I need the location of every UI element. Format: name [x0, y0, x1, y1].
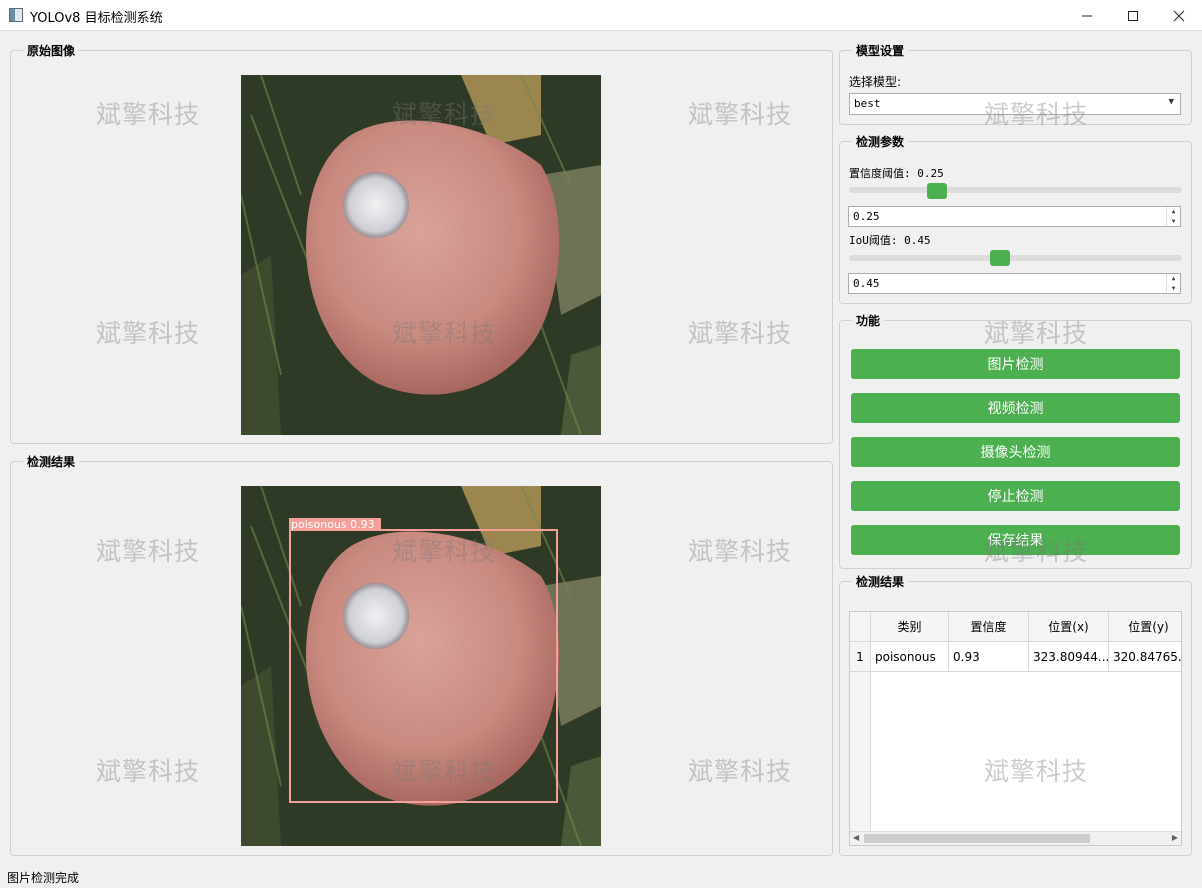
iou-spinbox-value: 0.45 [853, 277, 880, 290]
original-image [241, 75, 601, 435]
conf-slider-track[interactable] [849, 187, 1182, 193]
iou-spinbox[interactable]: 0.45 ▲ ▼ [848, 273, 1181, 294]
scroll-right-icon[interactable]: ▶ [1172, 833, 1178, 842]
functions-title: 功能 [852, 312, 885, 329]
iou-slider-track[interactable] [849, 255, 1182, 261]
column-header-class[interactable]: 类别 [871, 612, 949, 642]
arrow-down-icon[interactable]: ▼ [1172, 285, 1176, 292]
result-image: poisonous 0.93 [241, 486, 601, 846]
scroll-left-icon[interactable]: ◀ [853, 833, 859, 842]
row-header[interactable]: 1 [850, 642, 871, 672]
scrollbar-thumb[interactable] [864, 834, 1090, 843]
column-header-x[interactable]: 位置(x) [1029, 612, 1109, 642]
model-select-value: best [854, 97, 881, 110]
spin-arrows[interactable]: ▲ ▼ [1166, 207, 1180, 226]
spin-arrows[interactable]: ▲ ▼ [1166, 274, 1180, 293]
model-select-label: 选择模型: [849, 75, 902, 89]
column-header-confidence[interactable]: 置信度 [949, 612, 1029, 642]
maximize-icon[interactable] [1110, 0, 1156, 31]
arrow-up-icon[interactable]: ▲ [1172, 275, 1176, 282]
detection-result-title: 检测结果 [23, 453, 80, 470]
results-table-title: 检测结果 [852, 573, 909, 590]
table-cell-confidence[interactable]: 0.93 [949, 642, 1029, 672]
detection-params-title: 检测参数 [852, 133, 909, 150]
results-table[interactable]: 类别 置信度 位置(x) 位置(y) 1 poisonous 0.93 323.… [849, 611, 1182, 846]
conf-slider-handle[interactable] [927, 183, 947, 199]
model-settings-title: 模型设置 [852, 42, 909, 59]
save-result-button[interactable]: 保存结果 [851, 525, 1180, 555]
video-detect-button[interactable]: 视频检测 [851, 393, 1180, 423]
camera-detect-button[interactable]: 摄像头检测 [851, 437, 1180, 467]
stop-detect-button[interactable]: 停止检测 [851, 481, 1180, 511]
close-icon[interactable] [1156, 0, 1202, 31]
table-cell-class[interactable]: poisonous [871, 642, 949, 672]
arrow-up-icon[interactable]: ▲ [1172, 208, 1176, 215]
conf-spinbox-value: 0.25 [853, 210, 880, 223]
image-detect-button[interactable]: 图片检测 [851, 349, 1180, 379]
iou-slider-handle[interactable] [990, 250, 1010, 266]
window-title: YOLOv8 目标检测系统 [30, 11, 163, 26]
detection-label: poisonous 0.93 [291, 518, 375, 531]
app-icon [9, 8, 23, 22]
column-header-y[interactable]: 位置(y) [1109, 612, 1181, 642]
iou-threshold-label: IoU阈值: 0.45 [849, 234, 931, 247]
row-header-column [850, 672, 871, 831]
model-select[interactable]: best ▼ [849, 93, 1181, 115]
status-bar-text: 图片检测完成 [7, 871, 80, 885]
chevron-down-icon: ▼ [1168, 97, 1174, 107]
conf-spinbox[interactable]: 0.25 ▲ ▼ [848, 206, 1181, 227]
arrow-down-icon[interactable]: ▼ [1172, 218, 1176, 225]
title-bar: YOLOv8 目标检测系统 [0, 0, 1202, 31]
minimize-icon[interactable] [1064, 0, 1110, 31]
horizontal-scrollbar[interactable]: ◀ ▶ [850, 831, 1181, 845]
table-cell-x[interactable]: 323.80944... [1029, 642, 1109, 672]
table-cell-y[interactable]: 320.84765... [1109, 642, 1181, 672]
original-image-title: 原始图像 [23, 42, 80, 59]
conf-threshold-label: 置信度阈值: 0.25 [849, 167, 944, 180]
table-corner[interactable] [850, 612, 871, 642]
